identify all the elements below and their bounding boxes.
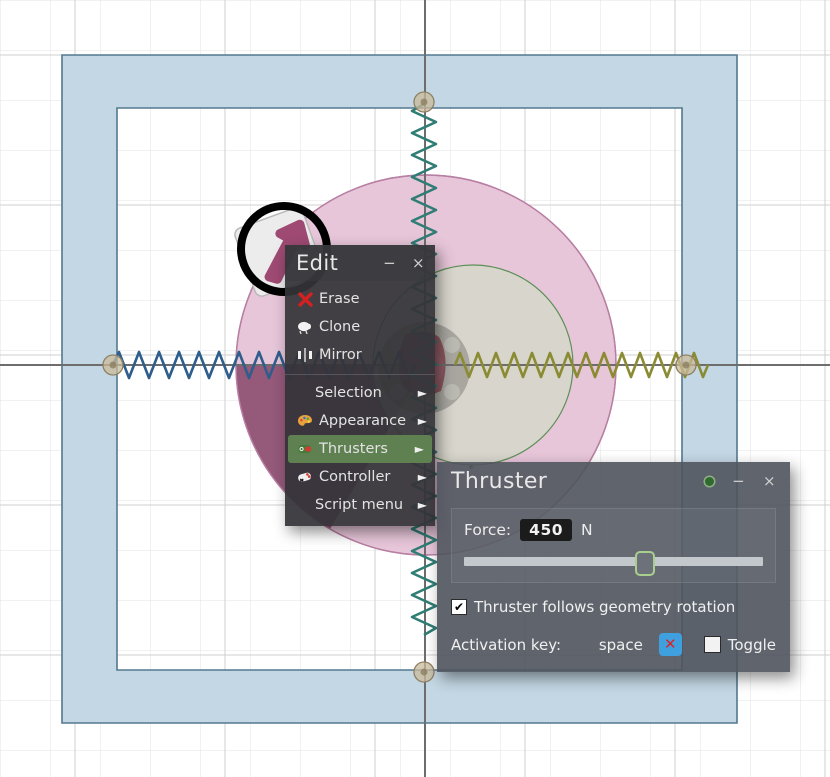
force-unit: N: [581, 521, 593, 539]
gamepad-icon: [295, 469, 315, 485]
menu-item-selection-label: Selection: [315, 385, 382, 401]
follows-rotation-row[interactable]: ✔ Thruster follows geometry rotation: [451, 598, 776, 616]
force-value-field[interactable]: 450: [520, 519, 573, 541]
clone-icon: [295, 319, 315, 335]
edit-menu-close-button[interactable]: ×: [412, 255, 425, 271]
chevron-right-icon: ►: [417, 498, 427, 512]
clear-key-button[interactable]: ✕: [658, 633, 682, 656]
thruster-dialog-title: Thruster: [451, 468, 548, 494]
thruster-icon: [295, 441, 315, 457]
anchor-left: [102, 354, 124, 376]
chevron-right-icon: ►: [417, 470, 427, 484]
toggle-label: Toggle: [727, 635, 776, 654]
menu-item-script-menu[interactable]: Script menu ►: [285, 491, 435, 519]
menu-item-appearance[interactable]: Appearance ►: [285, 407, 435, 435]
force-slider-track[interactable]: [464, 557, 763, 566]
force-panel: Force: 450 N: [451, 508, 776, 583]
thruster-dialog[interactable]: Thruster − × Force: 450 N ✔ Thruster fol…: [437, 462, 790, 672]
menu-item-controller[interactable]: Controller ►: [285, 463, 435, 491]
pin-dot-icon[interactable]: [705, 476, 715, 486]
toggle-checkbox[interactable]: [703, 636, 721, 653]
menu-separator: [285, 374, 435, 375]
chevron-right-icon: ►: [414, 442, 424, 456]
thruster-dialog-minimize-button[interactable]: −: [732, 473, 745, 489]
menu-item-script-menu-label: Script menu: [315, 497, 404, 513]
menu-item-erase[interactable]: Erase: [285, 285, 435, 313]
chevron-right-icon: ►: [417, 386, 427, 400]
thruster-dialog-titlebar[interactable]: Thruster − ×: [437, 462, 790, 500]
menu-item-clone[interactable]: Clone: [285, 313, 435, 341]
menu-item-controller-label: Controller: [319, 469, 391, 485]
mirror-icon: [295, 347, 315, 363]
erase-x-icon: [295, 291, 315, 307]
app-canvas[interactable]: Edit − × Erase Clone Mirror Selection ► …: [0, 0, 830, 777]
edit-menu-minimize-button[interactable]: −: [383, 255, 396, 271]
edit-menu-list[interactable]: Erase Clone Mirror Selection ► Appearanc…: [285, 281, 435, 526]
anchor-bottom: [413, 661, 435, 683]
edit-menu-title: Edit: [296, 251, 339, 275]
activation-key-label: Activation key:: [451, 635, 562, 654]
thruster-dialog-body: Force: 450 N ✔ Thruster follows geometry…: [437, 500, 790, 672]
menu-item-mirror[interactable]: Mirror: [285, 341, 435, 369]
edit-menu-titlebar[interactable]: Edit − ×: [285, 245, 435, 281]
force-slider[interactable]: [464, 551, 763, 576]
follows-rotation-label: Thruster follows geometry rotation: [474, 598, 736, 616]
force-label: Force:: [464, 521, 512, 539]
menu-item-thrusters-label: Thrusters: [319, 441, 388, 457]
anchor-top: [413, 91, 435, 113]
thruster-dialog-close-button[interactable]: ×: [763, 473, 776, 489]
menu-item-clone-label: Clone: [319, 319, 361, 335]
activation-key-row[interactable]: Activation key: space ✕ Toggle: [451, 633, 776, 656]
force-slider-thumb[interactable]: [635, 551, 656, 576]
palette-icon: [295, 413, 315, 429]
edit-context-menu[interactable]: Edit − × Erase Clone Mirror Selection ► …: [285, 245, 435, 526]
anchor-right: [675, 354, 697, 376]
chevron-right-icon: ►: [417, 414, 427, 428]
force-row: Force: 450 N: [464, 519, 763, 541]
menu-item-mirror-label: Mirror: [319, 347, 362, 363]
activation-key-value[interactable]: space: [599, 636, 659, 654]
menu-item-thrusters[interactable]: Thrusters ►: [288, 435, 432, 463]
menu-item-appearance-label: Appearance: [319, 413, 407, 429]
follows-rotation-checkbox[interactable]: ✔: [451, 599, 467, 615]
menu-item-selection[interactable]: Selection ►: [285, 379, 435, 407]
menu-item-erase-label: Erase: [319, 291, 360, 307]
